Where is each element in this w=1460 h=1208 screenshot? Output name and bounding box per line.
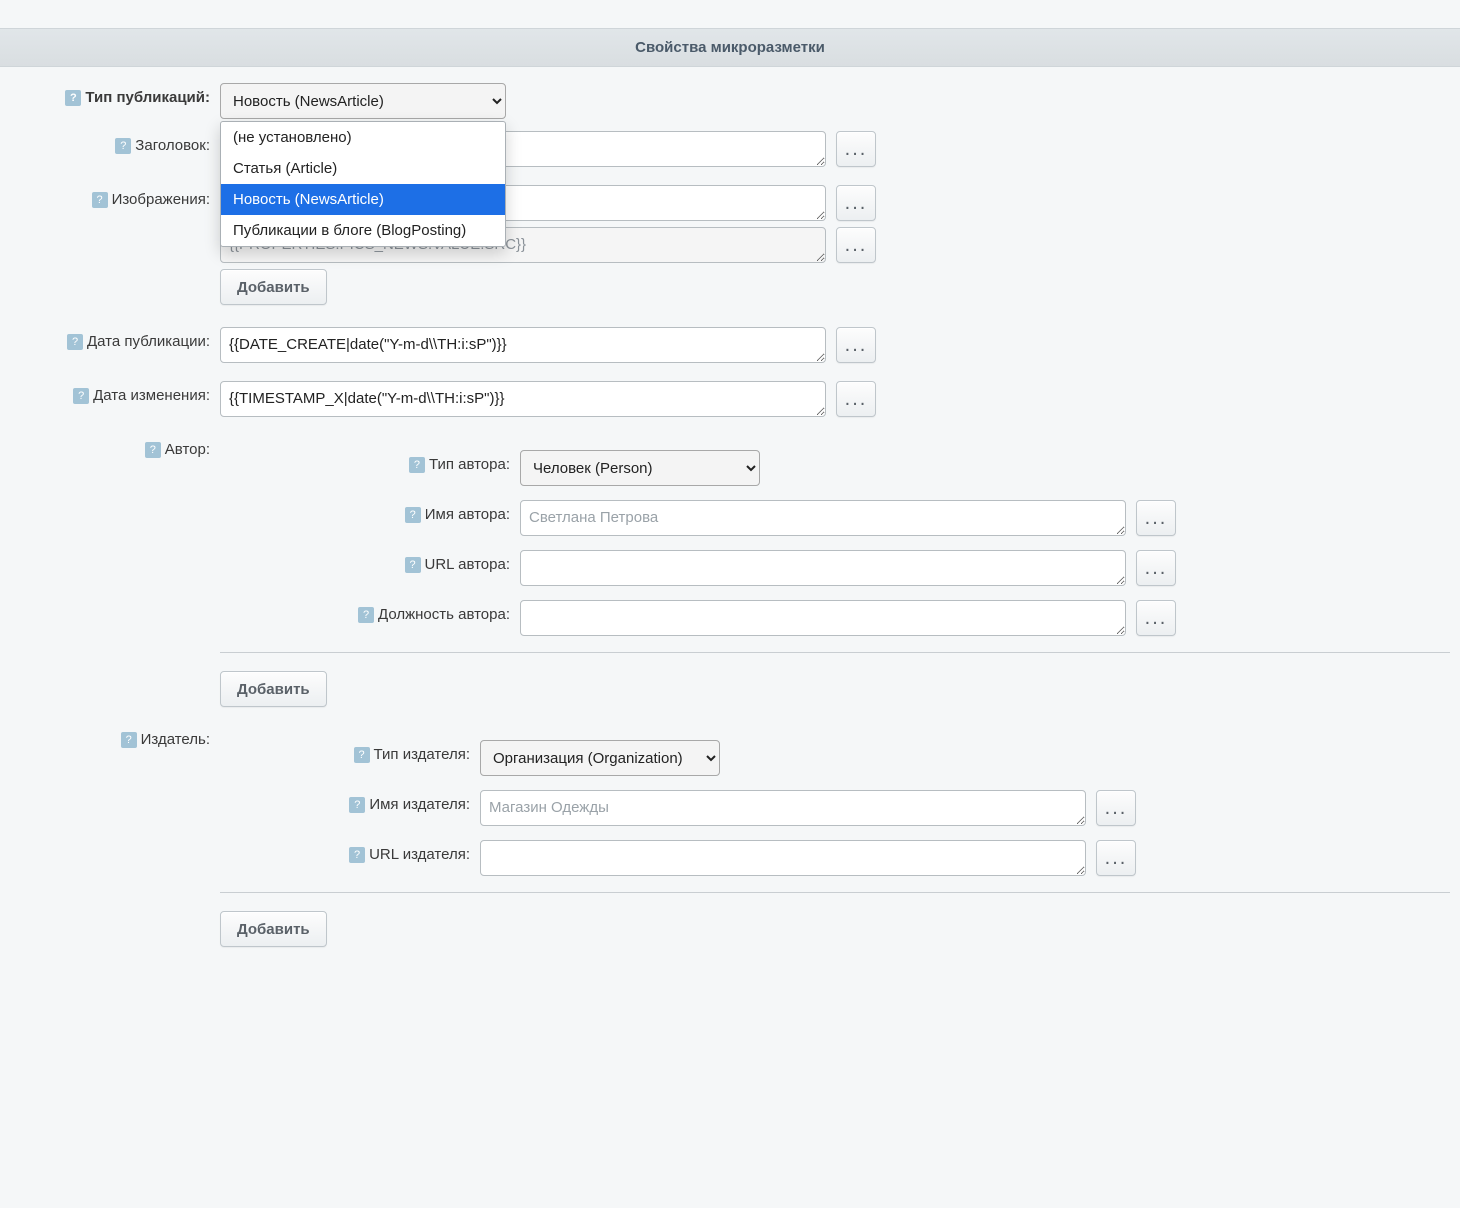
label-author-url: ?URL автора:: [220, 550, 520, 573]
author-url-picker-button[interactable]: ...: [1136, 550, 1176, 586]
help-icon[interactable]: ?: [349, 797, 365, 813]
date-published-input[interactable]: {{DATE_CREATE|date("Y-m-d\\TH:i:sP")}}: [220, 327, 826, 363]
publisher-url-input[interactable]: [480, 840, 1086, 876]
publisher-name-picker-button[interactable]: ...: [1096, 790, 1136, 826]
image-picker-button[interactable]: ...: [836, 227, 876, 263]
label-author-job-title: ?Должность автора:: [220, 600, 520, 623]
label-publisher-type: ?Тип издателя:: [220, 740, 480, 763]
author-type-select[interactable]: Человек (Person): [520, 450, 760, 486]
label-author-name: ?Имя автора:: [220, 500, 520, 523]
label-images: ?Изображения:: [10, 185, 220, 208]
add-author-button[interactable]: Добавить: [220, 671, 327, 707]
help-icon[interactable]: ?: [354, 747, 370, 763]
help-icon[interactable]: ?: [115, 138, 131, 154]
author-name-picker-button[interactable]: ...: [1136, 500, 1176, 536]
divider: [220, 652, 1450, 653]
help-icon[interactable]: ?: [92, 192, 108, 208]
help-icon[interactable]: ?: [358, 607, 374, 623]
date-modified-picker-button[interactable]: ...: [836, 381, 876, 417]
label-date-published: ?Дата публикации:: [10, 327, 220, 350]
label-headline: ?Заголовок:: [10, 131, 220, 154]
publication-type-dropdown: (не установлено) Статья (Article) Новост…: [220, 121, 506, 247]
label-author-type: ?Тип автора:: [220, 450, 520, 473]
author-job-title-picker-button[interactable]: ...: [1136, 600, 1176, 636]
author-url-input[interactable]: [520, 550, 1126, 586]
section-title: Свойства микроразметки: [635, 39, 825, 56]
help-icon[interactable]: ?: [349, 847, 365, 863]
publication-type-select[interactable]: Новость (NewsArticle): [220, 83, 506, 119]
label-date-modified: ?Дата изменения:: [10, 381, 220, 404]
label-publication-type: ?Тип публикаций:: [10, 83, 220, 106]
divider: [220, 892, 1450, 893]
publication-type-option[interactable]: Новость (NewsArticle): [221, 184, 505, 215]
publisher-url-picker-button[interactable]: ...: [1096, 840, 1136, 876]
publisher-type-select[interactable]: Организация (Organization): [480, 740, 720, 776]
help-icon[interactable]: ?: [73, 388, 89, 404]
author-name-input[interactable]: Светлана Петрова: [520, 500, 1126, 536]
help-icon[interactable]: ?: [405, 507, 421, 523]
author-job-title-input[interactable]: [520, 600, 1126, 636]
publication-type-option[interactable]: (не установлено): [221, 122, 505, 153]
add-image-button[interactable]: Добавить: [220, 269, 327, 305]
publisher-name-input[interactable]: Магазин Одежды: [480, 790, 1086, 826]
help-icon[interactable]: ?: [67, 334, 83, 350]
label-publisher-name: ?Имя издателя:: [220, 790, 480, 813]
date-modified-input[interactable]: {{TIMESTAMP_X|date("Y-m-d\\TH:i:sP")}}: [220, 381, 826, 417]
publication-type-option[interactable]: Публикации в блоге (BlogPosting): [221, 215, 505, 246]
image-picker-button[interactable]: ...: [836, 185, 876, 221]
help-icon[interactable]: ?: [409, 457, 425, 473]
headline-picker-button[interactable]: ...: [836, 131, 876, 167]
help-icon[interactable]: ?: [405, 557, 421, 573]
help-icon[interactable]: ?: [65, 90, 81, 106]
section-header: Свойства микроразметки: [0, 28, 1460, 67]
date-published-picker-button[interactable]: ...: [836, 327, 876, 363]
publication-type-option[interactable]: Статья (Article): [221, 153, 505, 184]
add-publisher-button[interactable]: Добавить: [220, 911, 327, 947]
label-publisher-url: ?URL издателя:: [220, 840, 480, 863]
